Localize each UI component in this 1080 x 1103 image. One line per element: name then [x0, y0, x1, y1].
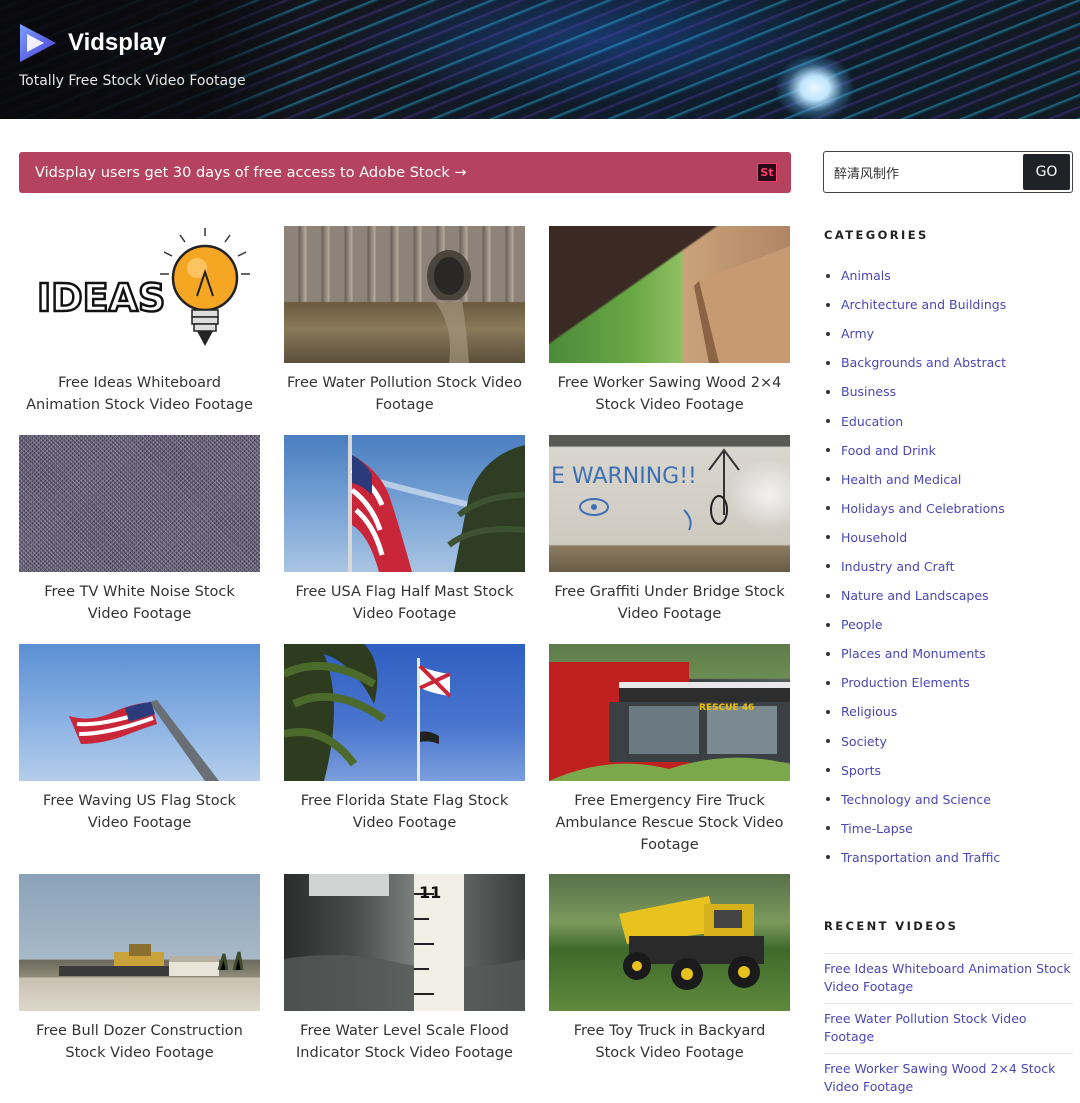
video-thumbnail[interactable]	[284, 644, 525, 781]
categories-list: Animals Architecture and Buildings Army …	[826, 261, 1076, 872]
video-title[interactable]: Free Toy Truck in Backyard Stock Video F…	[549, 1020, 790, 1064]
category-link-sports[interactable]: Sports	[826, 756, 1076, 785]
play-logo-icon	[20, 24, 56, 62]
video-title[interactable]: Free Water Level Scale Flood Indicator S…	[284, 1020, 525, 1064]
category-link-architecture[interactable]: Architecture and Buildings	[826, 290, 1076, 319]
thumb-graffiti-text: E WARNING!!	[551, 464, 697, 489]
video-card[interactable]: Free TV White Noise Stock Video Footage	[19, 435, 260, 625]
video-thumbnail[interactable]: 11	[284, 874, 525, 1011]
video-title[interactable]: Free Water Pollution Stock Video Footage	[284, 372, 525, 416]
video-card[interactable]: Free USA Flag Half Mast Stock Video Foot…	[284, 435, 525, 625]
thumb-rescue-text: RESCUE 46	[699, 703, 754, 713]
video-card[interactable]: E WARNING!! Free Graffiti Under Bridge S…	[549, 435, 790, 625]
video-title[interactable]: Free Emergency Fire Truck Ambulance Resc…	[549, 790, 790, 856]
video-thumbnail[interactable]	[284, 226, 525, 363]
video-card[interactable]: Free Bull Dozer Construction Stock Video…	[19, 874, 260, 1064]
category-link-places[interactable]: Places and Monuments	[826, 639, 1076, 668]
category-link-army[interactable]: Army	[826, 319, 1076, 348]
search-go-button[interactable]: GO	[1023, 154, 1070, 190]
video-title[interactable]: Free USA Flag Half Mast Stock Video Foot…	[284, 581, 525, 625]
video-thumbnail[interactable]	[284, 435, 525, 572]
adobe-stock-icon: St	[757, 163, 777, 182]
recent-video-link[interactable]: Free Ideas Whiteboard Animation Stock Vi…	[824, 953, 1073, 1003]
category-link-society[interactable]: Society	[826, 727, 1076, 756]
video-thumbnail[interactable]: E WARNING!!	[549, 435, 790, 572]
category-link-people[interactable]: People	[826, 610, 1076, 639]
category-link-health[interactable]: Health and Medical	[826, 465, 1076, 494]
category-link-religious[interactable]: Religious	[826, 697, 1076, 726]
category-link-food[interactable]: Food and Drink	[826, 436, 1076, 465]
video-card[interactable]: Free Toy Truck in Backyard Stock Video F…	[549, 874, 790, 1064]
video-card[interactable]: Free Waving US Flag Stock Video Footage	[19, 644, 260, 834]
video-card[interactable]: Free Worker Sawing Wood 2×4 Stock Video …	[549, 226, 790, 416]
promo-text: Vidsplay users get 30 days of free acces…	[35, 164, 467, 181]
thumb-ideas-text: IDEAS	[37, 276, 165, 320]
video-title[interactable]: Free Florida State Flag Stock Video Foot…	[284, 790, 525, 834]
video-thumbnail[interactable]	[19, 874, 260, 1011]
adobe-stock-promo-banner[interactable]: Vidsplay users get 30 days of free acces…	[19, 152, 791, 193]
category-link-time-lapse[interactable]: Time-Lapse	[826, 814, 1076, 843]
recent-videos-list: Free Ideas Whiteboard Animation Stock Vi…	[824, 953, 1073, 1103]
category-link-holidays[interactable]: Holidays and Celebrations	[826, 494, 1076, 523]
category-link-business[interactable]: Business	[826, 377, 1076, 406]
category-link-household[interactable]: Household	[826, 523, 1076, 552]
video-title[interactable]: Free TV White Noise Stock Video Footage	[19, 581, 260, 625]
video-card[interactable]: IDEAS Free Ideas Whiteboard Animation St…	[19, 226, 260, 416]
category-link-nature[interactable]: Nature and Landscapes	[826, 581, 1076, 610]
video-title[interactable]: Free Ideas Whiteboard Animation Stock Vi…	[19, 372, 260, 416]
category-link-education[interactable]: Education	[826, 406, 1076, 435]
site-tagline: Totally Free Stock Video Footage	[19, 73, 246, 89]
video-thumbnail[interactable]	[19, 644, 260, 781]
lightbulb-icon: IDEAS	[36, 228, 250, 346]
video-thumbnail[interactable]	[549, 874, 790, 1011]
category-link-transportation[interactable]: Transportation and Traffic	[826, 843, 1076, 872]
category-link-animals[interactable]: Animals	[826, 261, 1076, 290]
video-title[interactable]: Free Worker Sawing Wood 2×4 Stock Video …	[549, 372, 790, 416]
thumb-scale-text: 11	[419, 883, 441, 902]
video-card[interactable]: Free Water Pollution Stock Video Footage	[284, 226, 525, 416]
video-thumbnail[interactable]: RESCUE 46	[549, 644, 790, 781]
category-link-technology[interactable]: Technology and Science	[826, 785, 1076, 814]
category-link-backgrounds[interactable]: Backgrounds and Abstract	[826, 348, 1076, 377]
video-card[interactable]: 11 Free Water Level Scale Flood Indicato…	[284, 874, 525, 1064]
category-link-production[interactable]: Production Elements	[826, 668, 1076, 697]
category-link-industry[interactable]: Industry and Craft	[826, 552, 1076, 581]
search-form: GO	[823, 151, 1073, 193]
recent-video-link[interactable]: Free Water Pollution Stock Video Footage	[824, 1003, 1073, 1053]
recent-video-link[interactable]: Free Worker Sawing Wood 2×4 Stock Video …	[824, 1053, 1073, 1103]
video-thumbnail[interactable]: IDEAS	[19, 226, 260, 363]
search-input[interactable]	[825, 153, 1021, 191]
video-title[interactable]: Free Waving US Flag Stock Video Footage	[19, 790, 260, 834]
video-title[interactable]: Free Bull Dozer Construction Stock Video…	[19, 1020, 260, 1064]
video-thumbnail[interactable]	[19, 435, 260, 572]
site-header: Vidsplay Totally Free Stock Video Footag…	[0, 0, 1080, 119]
video-title[interactable]: Free Graffiti Under Bridge Stock Video F…	[549, 581, 790, 625]
site-name: Vidsplay	[68, 29, 167, 56]
recent-videos-heading: RECENT VIDEOS	[824, 919, 959, 933]
video-card[interactable]: RESCUE 46 Free Emergency Fire Truck Ambu…	[549, 644, 790, 856]
categories-heading: CATEGORIES	[824, 228, 929, 242]
site-logo[interactable]: Vidsplay	[18, 22, 166, 64]
video-thumbnail[interactable]	[549, 226, 790, 363]
video-card[interactable]: Free Florida State Flag Stock Video Foot…	[284, 644, 525, 834]
